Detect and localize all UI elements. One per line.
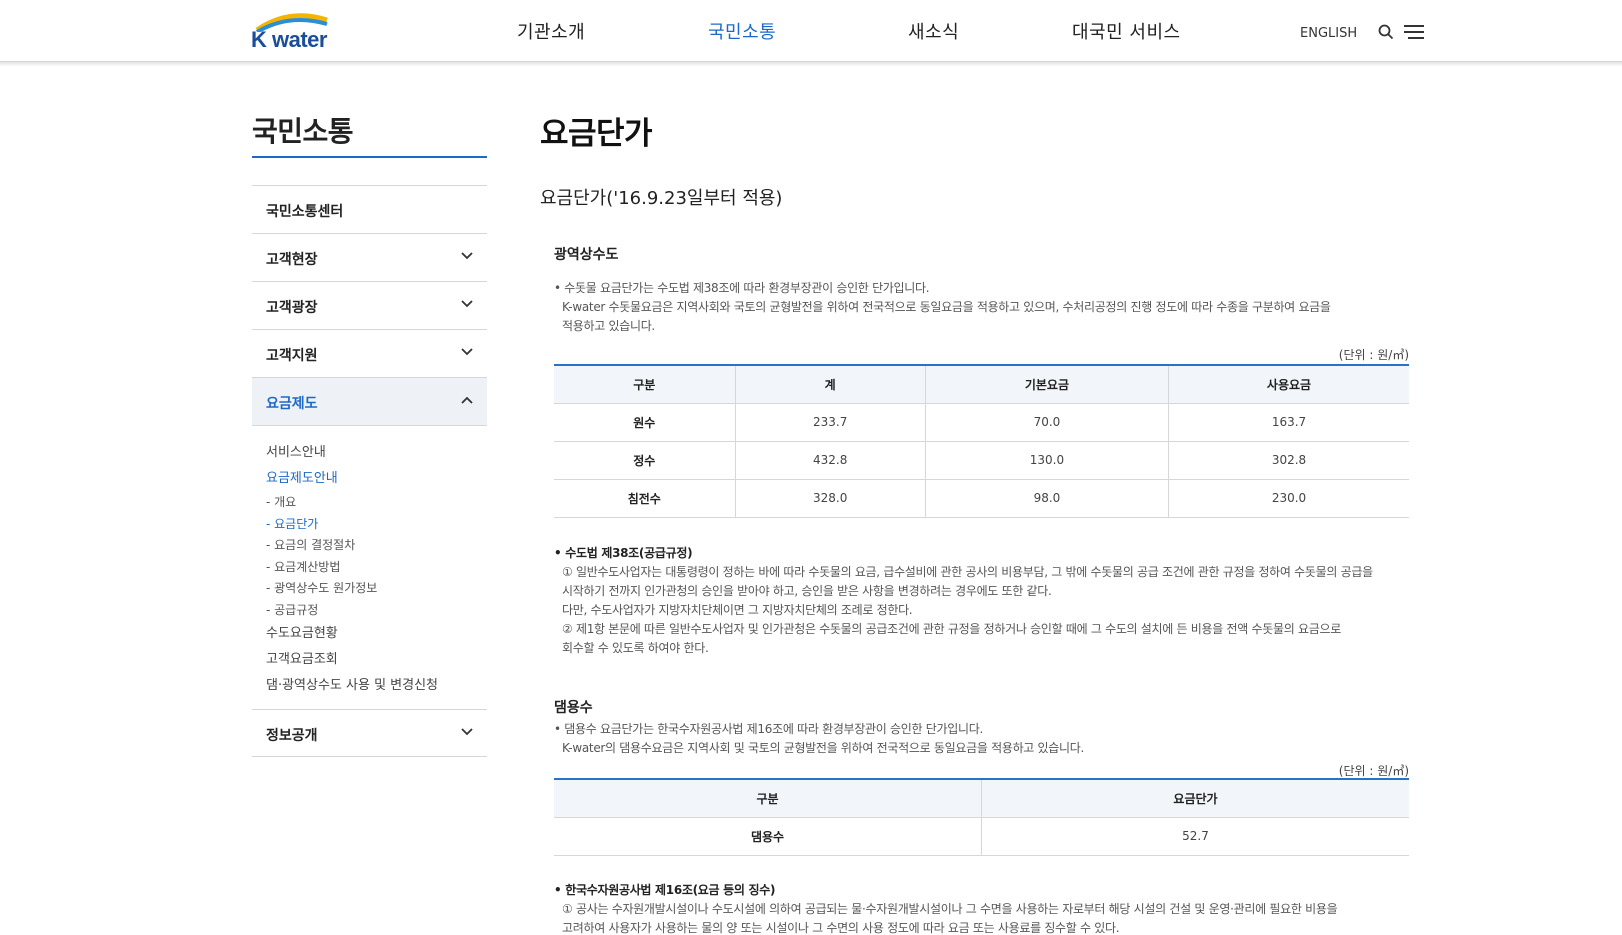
submenu-usage-request[interactable]: 댐·광역상수도 사용 및 변경신청 <box>266 673 487 699</box>
sidebar-submenu: 서비스안내 요금제도안내 - 개요 - 요금단가 - 요금의 결정절차 - 요금… <box>252 425 487 709</box>
law-title: • 한국수자원공사법 제16조(요금 등의 징수) <box>554 883 776 897</box>
wide-area-description: • 수돗물 요금단가는 수도법 제38조에 따라 환경부장관이 승인한 단가입니… <box>554 279 1424 336</box>
chevron-down-icon <box>461 348 473 356</box>
submenu-unit-price[interactable]: - 요금단가 <box>266 514 487 536</box>
sidebar-title-underline <box>252 156 487 158</box>
submenu-rate-status[interactable]: 수도요금현황 <box>266 621 487 647</box>
description-line: • 댐용수 요금단가는 한국수자원공사법 제16조에 따라 환경부장관이 승인한… <box>554 722 983 736</box>
sidebar-item-field[interactable]: 고객현장 <box>252 233 487 281</box>
table-header-row: 구분 요금단가 <box>554 778 1409 818</box>
law-line: 시작하기 전까지 인가관청의 승인을 받아야 하고, 승인을 받은 사항을 변경… <box>562 584 1052 598</box>
table-cell: 233.7 <box>734 403 926 442</box>
table-cell: 328.0 <box>734 479 926 518</box>
column-header: 기본요금 <box>924 364 1169 404</box>
table-cell: 163.7 <box>1168 403 1409 442</box>
english-link[interactable]: ENGLISH <box>1300 26 1357 41</box>
table-cell: 70.0 <box>924 403 1169 442</box>
section-title-wide-area-water: 광역상수도 <box>554 247 619 263</box>
table-cell: 댐용수 <box>554 817 982 856</box>
chevron-down-icon <box>461 300 473 308</box>
table-row: 원수 233.7 70.0 163.7 <box>554 403 1409 442</box>
sidebar-item-disclosure[interactable]: 정보공개 <box>252 709 487 757</box>
submenu-decision-process[interactable]: - 요금의 결정절차 <box>266 535 487 557</box>
site-header: K water 기관소개 국민소통 새소식 대국민 서비스 ENGLISH <box>0 0 1622 62</box>
submenu-rate-guide[interactable]: 요금제도안내 <box>266 466 487 492</box>
nav-public-service[interactable]: 대국민 서비스 <box>1072 18 1181 44</box>
law-line: ② 제1항 본문에 따른 일반수도사업자 및 인가관청은 수돗물의 공급조건에 … <box>562 622 1341 636</box>
water-act-article-38: • 수도법 제38조(공급규정) ① 일반수도사업자는 대통령령이 정하는 바에… <box>554 544 1424 658</box>
wide-area-rate-table: 구분 계 기본요금 사용요금 원수 233.7 70.0 163.7 정수 43… <box>554 364 1409 518</box>
description-line: • 수돗물 요금단가는 수도법 제38조에 따라 환경부장관이 승인한 단가입니… <box>554 281 930 295</box>
sidebar-item-label: 정보공개 <box>266 728 318 744</box>
law-line: ① 공사는 수자원개발시설이나 수도시설에 의하여 공급되는 물·수자원개발시설… <box>562 902 1338 916</box>
table-cell: 98.0 <box>924 479 1169 518</box>
search-icon[interactable] <box>1378 24 1394 40</box>
chevron-down-icon <box>461 252 473 260</box>
table-cell: 230.0 <box>1168 479 1409 518</box>
chevron-up-icon <box>461 396 473 404</box>
section-subtitle: 요금단가('16.9.23일부터 적용) <box>540 188 783 209</box>
law-line: 회수할 수 있도록 하여야 한다. <box>562 641 709 655</box>
sidebar-item-label: 국민소통센터 <box>266 204 344 220</box>
sidebar-menu: 국민소통센터 고객현장 고객광장 고객지원 요금제도 서비스안내 요금제도안내 … <box>252 185 487 757</box>
column-header: 요금단가 <box>981 778 1409 818</box>
description-line: K-water의 댐용수요금은 지역사회 및 국토의 균형발전을 위하여 전국적… <box>562 741 1085 755</box>
nav-communication[interactable]: 국민소통 <box>708 18 776 44</box>
chevron-down-icon <box>461 728 473 736</box>
unit-label: (단위 : 원/㎥) <box>1338 348 1409 362</box>
table-cell: 130.0 <box>924 441 1169 480</box>
table-cell: 52.7 <box>981 817 1409 856</box>
menu-icon[interactable] <box>1404 24 1424 40</box>
header-shadow <box>0 62 1622 66</box>
section-title-dam-water: 댐용수 <box>554 700 593 716</box>
sidebar-item-plaza[interactable]: 고객광장 <box>252 281 487 329</box>
table-header-row: 구분 계 기본요금 사용요금 <box>554 364 1409 404</box>
sidebar-item-label: 고객지원 <box>266 348 318 364</box>
table-cell: 원수 <box>554 403 735 442</box>
law-line: 다만, 수도사업자가 지방자치단체이면 그 지방자치단체의 조례로 정한다. <box>562 603 913 617</box>
submenu-rate-inquiry[interactable]: 고객요금조회 <box>266 647 487 673</box>
sidebar-title: 국민소통 <box>252 115 354 148</box>
sidebar-item-support[interactable]: 고객지원 <box>252 329 487 377</box>
law-line: 고려하여 사용자가 사용하는 물의 양 또는 시설이나 그 수면의 사용 정도에… <box>562 921 1120 935</box>
law-title: • 수도법 제38조(공급규정) <box>554 546 693 560</box>
logo-text: K water <box>251 27 327 52</box>
unit-label: (단위 : 원/㎥) <box>1338 764 1409 778</box>
column-header: 구분 <box>554 364 735 404</box>
nav-news[interactable]: 새소식 <box>908 18 959 44</box>
description-line: 적용하고 있습니다. <box>562 319 655 333</box>
column-header: 구분 <box>554 778 982 818</box>
description-line: K-water 수돗물요금은 지역사회와 국토의 균형발전을 위하여 전국적으로… <box>562 300 1331 314</box>
submenu-service-guide[interactable]: 서비스안내 <box>266 440 487 466</box>
sidebar-item-label: 고객광장 <box>266 300 318 316</box>
sidebar-item-label: 요금제도 <box>266 396 318 412</box>
submenu-cost-info[interactable]: - 광역상수도 원가정보 <box>266 578 487 600</box>
page-title: 요금단가 <box>540 116 653 152</box>
kwater-act-article-16: • 한국수자원공사법 제16조(요금 등의 징수) ① 공사는 수자원개발시설이… <box>554 881 1424 935</box>
sidebar-item-label: 고객현장 <box>266 252 318 268</box>
table-cell: 432.8 <box>734 441 926 480</box>
k-water-logo[interactable]: K water <box>251 10 337 52</box>
table-row: 댐용수 52.7 <box>554 817 1409 856</box>
dam-water-description: • 댐용수 요금단가는 한국수자원공사법 제16조에 따라 환경부장관이 승인한… <box>554 720 1424 758</box>
table-cell: 정수 <box>554 441 735 480</box>
dam-water-rate-table: 구분 요금단가 댐용수 52.7 <box>554 778 1409 856</box>
submenu-supply-rules[interactable]: - 공급규정 <box>266 600 487 622</box>
sidebar-item-center[interactable]: 국민소통센터 <box>252 185 487 233</box>
table-row: 침전수 328.0 98.0 230.0 <box>554 479 1409 518</box>
column-header: 계 <box>734 364 926 404</box>
submenu-calculation[interactable]: - 요금계산방법 <box>266 557 487 579</box>
law-line: ① 일반수도사업자는 대통령령이 정하는 바에 따라 수돗물의 요금, 급수설비… <box>562 565 1373 579</box>
submenu-overview[interactable]: - 개요 <box>266 492 487 514</box>
nav-about[interactable]: 기관소개 <box>517 18 585 44</box>
sidebar-item-rates[interactable]: 요금제도 <box>252 377 487 425</box>
table-cell: 302.8 <box>1168 441 1409 480</box>
table-cell: 침전수 <box>554 479 735 518</box>
column-header: 사용요금 <box>1168 364 1409 404</box>
table-row: 정수 432.8 130.0 302.8 <box>554 441 1409 480</box>
